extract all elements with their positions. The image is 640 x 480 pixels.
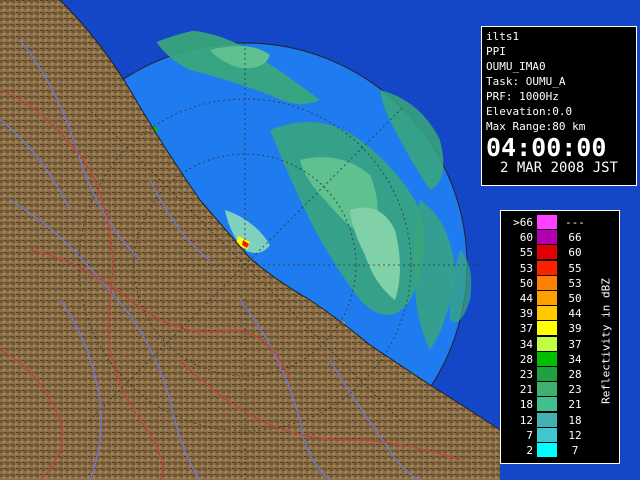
legend-color-swatch [537,260,557,276]
legend-lower-value: 28 [519,352,533,366]
legend-row: 12 18 [505,412,597,428]
legend-lower-value: 39 [519,307,533,321]
legend-lower-value: 12 [519,413,533,427]
legend-upper-value: 39 [568,322,582,336]
legend-upper-value: 53 [568,276,582,290]
legend-color-swatch [537,306,557,322]
legend-lower-value: 53 [519,261,533,275]
legend-lower-value: 23 [519,367,533,381]
legend-upper-value: 60 [568,246,582,260]
legend-color-swatch [537,351,557,367]
legend-lower-value: 2 [526,443,533,457]
legend-color-swatch [537,382,557,398]
legend-lower-value: 34 [519,337,533,351]
legend-rows: >66 --- 60 66 55 60 53 55 50 53 44 50 39 44 37 39 34 37 28… [505,215,597,458]
legend-row: 21 23 [505,382,597,398]
legend-color-swatch [537,366,557,382]
legend-lower-value: 44 [519,292,533,306]
radar-info-panel: ilts1 PPI OUMU_IMA0 Task: OUMU_A PRF: 10… [481,26,637,186]
legend-upper-value: 44 [568,307,582,321]
legend-color-swatch [537,275,557,291]
site-name: OUMU_IMA0 [486,60,546,73]
elevation-label: Elevation:0.0 [486,105,573,118]
task-label: Task: OUMU_A [486,75,566,88]
legend-color-swatch [537,336,557,352]
legend-upper-value: 55 [568,261,582,275]
legend-upper-value: 34 [568,352,582,366]
legend-row: 18 21 [505,397,597,413]
reflectivity-legend: >66 --- 60 66 55 60 53 55 50 53 44 50 39 44 37 39 34 37 28… [500,210,620,464]
legend-upper-value: 12 [568,428,582,442]
legend-row: 34 37 [505,336,597,352]
legend-color-swatch [537,397,557,413]
legend-lower-value: 55 [519,246,533,260]
legend-color-swatch [537,412,557,428]
legend-row: 39 44 [505,306,597,322]
legend-color-swatch [537,442,557,458]
product-type: PPI [486,45,506,58]
legend-upper-value: 18 [568,413,582,427]
legend-color-swatch [537,427,557,443]
legend-row: 53 55 [505,260,597,276]
legend-upper-value: 50 [568,292,582,306]
legend-color-swatch [537,291,557,307]
legend-color-swatch [537,245,557,261]
legend-color-swatch [537,321,557,337]
legend-unit-text: Reflectivity in dBZ [599,278,613,404]
legend-row: 23 28 [505,366,597,382]
legend-unit-label: Reflectivity in dBZ [599,251,613,431]
observation-date: 2 MAR 2008 JST [499,160,618,176]
legend-color-swatch [537,230,557,246]
legend-row: 55 60 [505,245,597,261]
legend-row: 60 66 [505,230,597,246]
prf-label: PRF: 1000Hz [486,90,559,103]
legend-upper-value: 28 [568,367,582,381]
legend-upper-value: 66 [568,231,582,245]
legend-row: 37 39 [505,321,597,337]
station-id: ilts1 [486,30,520,43]
legend-upper-value: --- [565,216,585,230]
legend-row: 28 34 [505,351,597,367]
max-range-label: Max Range:80 km [486,120,586,133]
legend-row: 27 [505,442,597,458]
observation-time: 04:00:00 [486,133,607,162]
legend-lower-value: 7 [526,428,533,442]
legend-lower-value: 37 [519,322,533,336]
legend-row: 50 53 [505,275,597,291]
legend-lower-value: >66 [513,216,533,230]
legend-lower-value: 60 [519,231,533,245]
legend-lower-value: 18 [519,398,533,412]
legend-upper-value: 21 [568,398,582,412]
legend-row: 44 50 [505,291,597,307]
legend-lower-value: 50 [519,276,533,290]
legend-upper-value: 23 [568,383,582,397]
legend-color-swatch [537,215,557,231]
legend-upper-value: 7 [571,443,579,457]
legend-upper-value: 37 [568,337,582,351]
legend-lower-value: 21 [519,383,533,397]
legend-row: 7 12 [505,427,597,443]
legend-row: >66 --- [505,215,597,231]
